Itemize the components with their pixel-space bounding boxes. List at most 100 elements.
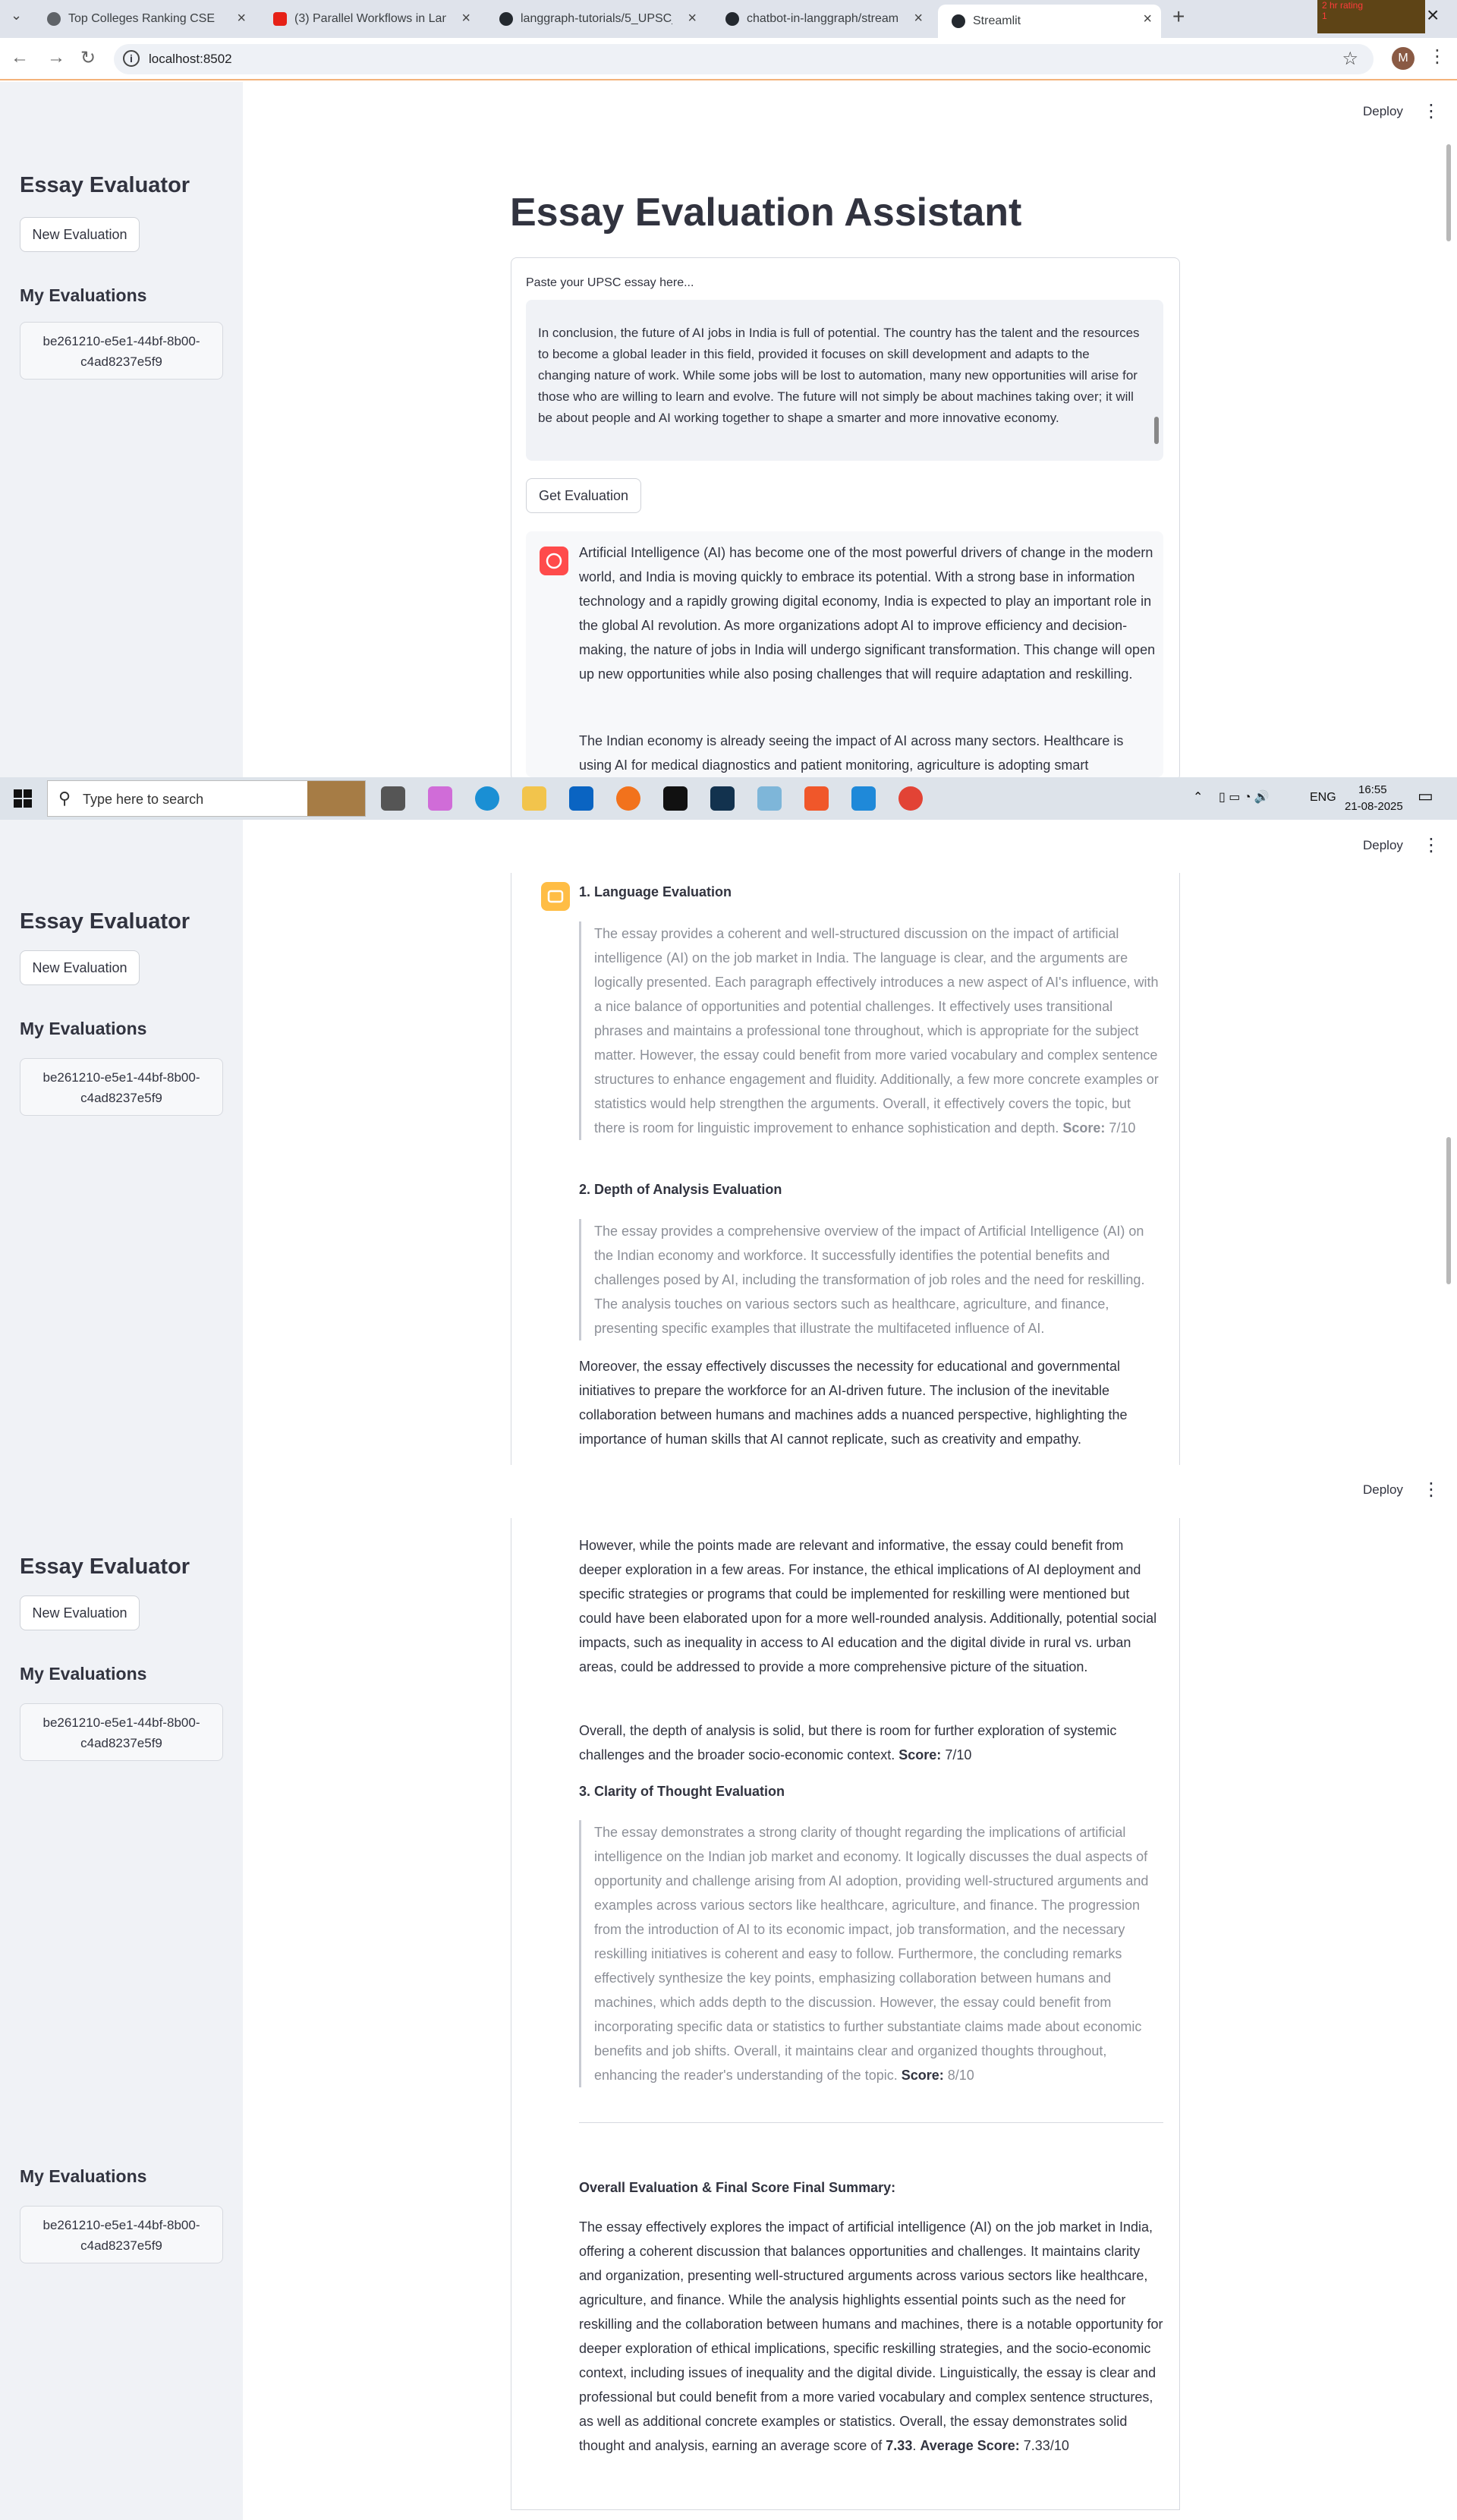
summary-heading: Overall Evaluation & Final Score Final S… — [579, 2180, 896, 2195]
browser-menu-icon[interactable]: ⋮ — [1428, 46, 1446, 68]
history-item[interactable]: be261210-e5e1-44bf-8b00- c4ad8237e5f9 — [20, 322, 223, 380]
history-item[interactable]: be261210-e5e1-44bf-8b00- c4ad8237e5f9 — [20, 1703, 223, 1761]
tab-title: chatbot-in-langgraph/streamlit — [747, 12, 898, 25]
depth-heading: 2. Depth of Analysis Evaluation — [579, 1182, 782, 1197]
essay-textarea[interactable]: In conclusion, the future of AI jobs in … — [526, 300, 1163, 461]
tray-icons[interactable]: ▯ ▭ ◔ 🔊 — [1219, 789, 1270, 805]
clock-date[interactable]: 21-08-2025 — [1345, 800, 1403, 813]
outlook-icon[interactable] — [569, 786, 593, 811]
task-view-icon[interactable] — [381, 786, 405, 811]
url-field[interactable]: i localhost:8502 ☆ — [114, 44, 1374, 74]
browser-tab-1[interactable]: Top Colleges Ranking CSE × — [33, 6, 255, 32]
address-bar: ← → ↻ i localhost:8502 ☆ — [0, 38, 1457, 80]
tab-title: langgraph-tutorials/5_UPSC_es — [521, 12, 672, 25]
history-heading: My Evaluations — [20, 2166, 147, 2186]
depth-score: 7/10 — [945, 1747, 972, 1762]
new-evaluation-button[interactable]: New Evaluation — [20, 1595, 140, 1630]
windows-taskbar: ⚲ Type here to search ⌃ ▯ ▭ ◔ 🔊 ENG 16:5… — [0, 777, 1457, 820]
file-explorer-icon[interactable] — [522, 786, 546, 811]
history-item[interactable]: be261210-e5e1-44bf-8b00- c4ad8237e5f9 — [20, 2206, 223, 2263]
app-menu-icon[interactable]: ⋮ — [1422, 834, 1440, 856]
form-border — [1179, 1518, 1180, 2509]
clarity-score: 8/10 — [947, 2068, 974, 2083]
reload-icon[interactable]: ↻ — [80, 47, 96, 69]
copilot-icon[interactable] — [428, 786, 452, 811]
page-title: Essay Evaluation Assistant — [510, 191, 1022, 235]
back-icon[interactable]: ← — [11, 47, 29, 68]
firefox-icon[interactable] — [616, 786, 640, 811]
new-evaluation-button[interactable]: New Evaluation — [20, 217, 140, 252]
close-tab-icon[interactable]: × — [237, 10, 246, 27]
edge-icon[interactable] — [475, 786, 499, 811]
github-icon — [499, 12, 513, 26]
screenshot-root: ⌄ Top Colleges Ranking CSE × (3) Paralle… — [0, 0, 1457, 2520]
depth-conclusion: Overall, the depth of analysis is solid,… — [579, 1718, 1165, 1767]
close-tab-icon[interactable]: × — [1143, 11, 1152, 28]
clock-time[interactable]: 16:55 — [1358, 783, 1387, 796]
history-heading: My Evaluations — [20, 285, 147, 305]
deploy-button[interactable]: Deploy — [1363, 838, 1403, 853]
site-info-icon[interactable]: i — [123, 50, 140, 67]
clarity-text: The essay demonstrates a strong clarity … — [594, 1825, 1149, 2083]
deploy-button[interactable]: Deploy — [1363, 104, 1403, 119]
brave-icon[interactable] — [804, 786, 829, 811]
tray-chevron-icon[interactable]: ⌃ — [1193, 789, 1203, 805]
history-heading: My Evaluations — [20, 1019, 147, 1038]
page-scrollbar[interactable] — [1446, 1137, 1451, 1284]
streamlit-icon — [952, 14, 965, 28]
textarea-label: Paste your UPSC essay here... — [526, 276, 694, 289]
browser-tab-active[interactable]: Streamlit × — [938, 5, 1161, 38]
close-window-icon[interactable]: × — [1427, 3, 1439, 27]
history-item[interactable]: be261210-e5e1-44bf-8b00- c4ad8237e5f9 — [20, 1058, 223, 1116]
browser-tab-4[interactable]: chatbot-in-langgraph/streamlit × — [712, 6, 932, 32]
language-indicator[interactable]: ENG — [1310, 791, 1336, 805]
badge-line: 1 — [1322, 11, 1353, 21]
essay-text: In conclusion, the future of AI jobs in … — [538, 326, 1140, 425]
score-label: Score: — [1062, 1120, 1106, 1136]
bookmark-star-icon[interactable]: ☆ — [1342, 48, 1358, 70]
depth-paragraph: However, while the points made are relev… — [579, 1538, 1157, 1674]
new-tab-icon[interactable]: + — [1172, 5, 1185, 29]
user-message: Artificial Intelligence (AI) has become … — [526, 531, 1163, 777]
depth-conclusion-text: Overall, the depth of analysis is solid,… — [579, 1723, 1117, 1762]
new-evaluation-button[interactable]: New Evaluation — [20, 950, 140, 985]
forward-icon[interactable]: → — [47, 47, 65, 68]
browser-tab-2[interactable]: (3) Parallel Workflows in LangG × — [260, 6, 480, 32]
globe-icon — [47, 12, 61, 26]
depth-evaluation: The essay provides a comprehensive overv… — [579, 1219, 1165, 1340]
taskbar-search-input[interactable]: ⚲ Type here to search — [47, 780, 366, 817]
badge-line: 2 hr rating — [1322, 0, 1364, 11]
score-label: Score: — [898, 1747, 942, 1762]
app-menu-icon[interactable]: ⋮ — [1422, 100, 1440, 122]
app-icon[interactable] — [757, 786, 782, 811]
get-evaluation-button[interactable]: Get Evaluation — [526, 478, 641, 513]
browser-tab-3[interactable]: langgraph-tutorials/5_UPSC_es × — [486, 6, 706, 32]
close-tab-icon[interactable]: × — [688, 10, 697, 27]
close-tab-icon[interactable]: × — [914, 10, 923, 27]
summary-text: The essay effectively explores the impac… — [579, 2219, 1163, 2453]
user-message-paragraph: Artificial Intelligence (AI) has become … — [579, 545, 1156, 682]
profile-avatar[interactable]: M — [1392, 47, 1415, 70]
language-text: The essay provides a coherent and well-s… — [594, 926, 1159, 1136]
average-value: 7.33 — [886, 2438, 913, 2453]
tab-search-icon[interactable]: ⌄ — [11, 8, 22, 24]
close-tab-icon[interactable]: × — [461, 10, 470, 27]
sidebar-title: Essay Evaluator — [20, 1555, 190, 1579]
average-score: 7.33/10 — [1023, 2438, 1069, 2453]
average-label: Average Score: — [920, 2438, 1020, 2453]
chrome-icon[interactable] — [898, 786, 923, 811]
sidebar-title: Essay Evaluator — [20, 173, 190, 197]
windows-start-icon[interactable] — [14, 789, 32, 808]
page-scrollbar[interactable] — [1446, 144, 1451, 241]
textarea-scrollbar[interactable] — [1154, 417, 1159, 444]
sidebar: Essay Evaluator New Evaluation My Evalua… — [0, 820, 243, 1465]
vscode-icon[interactable] — [851, 786, 876, 811]
language-evaluation: The essay provides a coherent and well-s… — [579, 921, 1165, 1140]
app-icon[interactable] — [710, 786, 735, 811]
language-heading: 1. Language Evaluation — [579, 884, 732, 899]
tab-title: (3) Parallel Workflows in LangG — [294, 12, 446, 25]
dropbox-icon[interactable] — [663, 786, 688, 811]
deploy-button[interactable]: Deploy — [1363, 1482, 1403, 1498]
app-menu-icon[interactable]: ⋮ — [1422, 1479, 1440, 1501]
notification-icon[interactable]: ▭ — [1418, 786, 1433, 806]
